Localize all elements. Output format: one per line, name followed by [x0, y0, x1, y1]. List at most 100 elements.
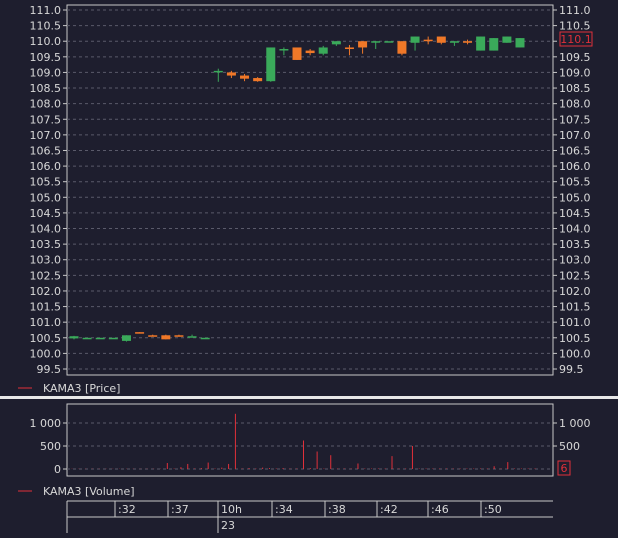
candle[interactable]: [424, 37, 433, 45]
candle[interactable]: [293, 47, 302, 59]
candle[interactable]: [437, 37, 446, 45]
price-tick-label-right: 100.5: [559, 332, 591, 345]
price-tick-label-right: 101.5: [559, 301, 591, 314]
candle-body: [306, 51, 315, 53]
candle-body: [135, 332, 144, 334]
candle[interactable]: [279, 47, 288, 55]
price-tick-label-left: 110.5: [30, 20, 62, 33]
price-tick-label-left: 106.0: [30, 160, 62, 173]
candle-body: [476, 37, 485, 51]
candle-body: [437, 37, 446, 43]
candle[interactable]: [332, 41, 341, 46]
candle[interactable]: [201, 338, 210, 340]
candle[interactable]: [450, 41, 459, 46]
candle-body: [83, 338, 92, 340]
volume-legend[interactable]: KAMA3 [Volume]: [18, 485, 135, 498]
candle[interactable]: [502, 37, 511, 43]
price-tick-label-left: 109.0: [30, 66, 62, 79]
candle[interactable]: [83, 338, 92, 340]
candle[interactable]: [214, 69, 223, 82]
volume-axis-left[interactable]: 1 0005000: [30, 417, 68, 476]
candle[interactable]: [306, 49, 315, 55]
volume-gridlines: [67, 423, 553, 469]
candle-body: [227, 72, 236, 75]
time-tick-label: :37: [171, 503, 189, 516]
panel-separator[interactable]: [0, 396, 618, 399]
candle-body: [502, 37, 511, 43]
price-tick-label-left: 99.5: [37, 363, 62, 376]
candle[interactable]: [384, 41, 393, 43]
price-panel[interactable]: 111.0110.5110.0109.5109.0108.5108.0107.5…: [30, 4, 593, 376]
candle-body: [424, 40, 433, 42]
time-tick-label: :34: [275, 503, 293, 516]
time-tick-label: :50: [484, 503, 502, 516]
candle-body: [397, 41, 406, 53]
candle[interactable]: [411, 37, 420, 51]
candle-body: [148, 335, 157, 337]
candle-body: [516, 38, 525, 47]
price-plot-area[interactable]: [67, 5, 553, 375]
candle[interactable]: [476, 37, 485, 51]
price-tick-label-left: 107.5: [30, 113, 62, 126]
price-tick-label-left: 109.5: [30, 51, 62, 64]
time-axis[interactable]: :32:3710h:34:38:42:46:50 23: [67, 501, 553, 533]
candle[interactable]: [161, 335, 170, 340]
price-tick-label-left: 100.0: [30, 347, 62, 360]
volume-axis-right[interactable]: 1 000500: [553, 417, 591, 453]
time-tick-label: :42: [380, 503, 398, 516]
candle-body: [96, 338, 105, 340]
volume-legend-label: KAMA3 [Volume]: [43, 485, 135, 498]
volume-panel[interactable]: 1 0005000 1 000500 6: [30, 404, 591, 476]
candle-body: [489, 38, 498, 50]
candle[interactable]: [253, 77, 262, 82]
candle[interactable]: [188, 335, 197, 338]
candle-body: [266, 47, 275, 81]
candle-body: [161, 335, 170, 339]
price-legend[interactable]: KAMA3 [Price]: [18, 382, 120, 395]
time-tick-label: :38: [328, 503, 346, 516]
candle[interactable]: [397, 41, 406, 55]
candle[interactable]: [371, 41, 380, 49]
time-ticks: :32:3710h:34:38:42:46:50: [115, 501, 502, 517]
candle[interactable]: [489, 38, 498, 50]
candle-body: [109, 338, 118, 340]
candle[interactable]: [345, 45, 354, 55]
price-tick-label-left: 102.0: [30, 285, 62, 298]
candle[interactable]: [135, 332, 144, 334]
candle[interactable]: [109, 338, 118, 340]
candle[interactable]: [70, 336, 79, 339]
volume-plot-area[interactable]: [67, 404, 553, 476]
chart-canvas[interactable]: 111.0110.5110.0109.5109.0108.5108.0107.5…: [0, 0, 618, 533]
price-tick-label-left: 102.5: [30, 269, 62, 282]
date-label: 23: [221, 519, 235, 532]
candle[interactable]: [227, 71, 236, 78]
price-tick-label-right: 104.5: [559, 207, 591, 220]
candle[interactable]: [96, 338, 105, 340]
candle-body: [371, 41, 380, 43]
candle[interactable]: [148, 335, 157, 337]
price-tick-label-right: 103.5: [559, 238, 591, 251]
candle[interactable]: [266, 47, 275, 81]
candle[interactable]: [319, 46, 328, 55]
price-tick-label-right: 111.0: [559, 4, 591, 17]
price-axis-left[interactable]: 111.0110.5110.0109.5109.0108.5108.0107.5…: [30, 4, 68, 376]
price-tick-label-right: 108.0: [559, 98, 591, 111]
candle[interactable]: [516, 38, 525, 47]
candle-body: [332, 41, 341, 44]
time-tick-label: :46: [431, 503, 449, 516]
candle[interactable]: [122, 335, 131, 341]
price-tick-label-left: 106.5: [30, 144, 62, 157]
price-candles[interactable]: [70, 37, 525, 342]
candle-body: [319, 47, 328, 53]
candle[interactable]: [174, 335, 183, 337]
candle-body: [450, 41, 459, 43]
candle-body: [384, 41, 393, 43]
volume-bars[interactable]: [72, 414, 535, 469]
candle[interactable]: [463, 40, 472, 45]
candle[interactable]: [358, 41, 367, 53]
price-gridlines: [67, 10, 553, 369]
candle[interactable]: [240, 74, 249, 81]
candle-body: [214, 71, 223, 73]
price-axis-right[interactable]: 111.0110.5110.0109.5109.0108.5108.0107.5…: [553, 4, 591, 376]
price-tick-label-right: 108.5: [559, 82, 591, 95]
